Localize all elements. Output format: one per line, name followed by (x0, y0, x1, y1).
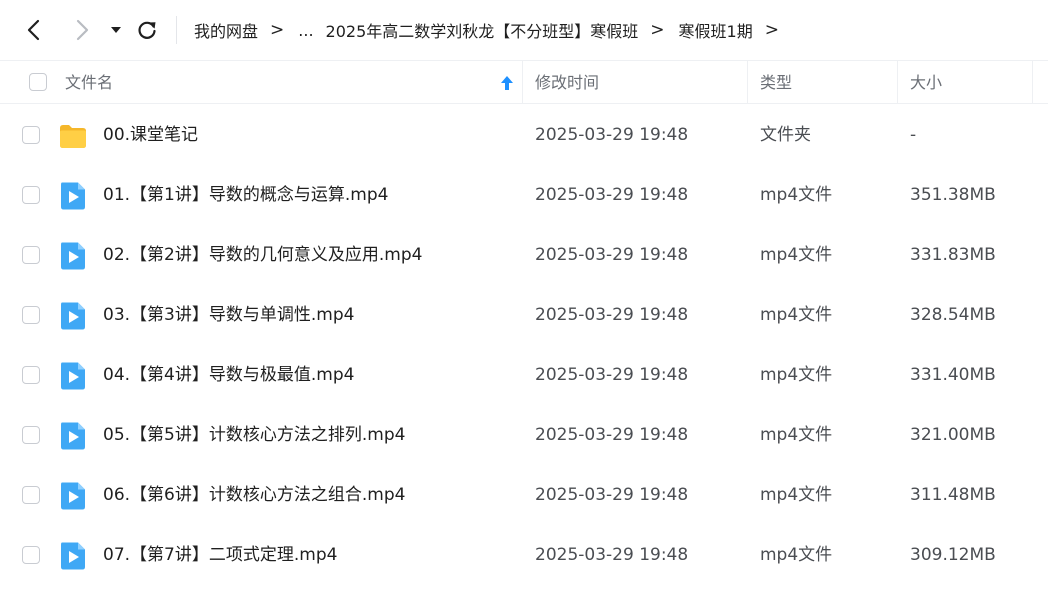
file-modified-time: 2025-03-29 19:48 (535, 185, 689, 205)
file-modified-time: 2025-03-29 19:48 (535, 125, 689, 145)
chevron-right-icon (76, 19, 89, 41)
file-row[interactable]: 02.【第2讲】导数的几何意义及应用.mp4 2025-03-29 19:48 mp… (0, 225, 1048, 285)
column-divider[interactable] (522, 61, 523, 104)
video-file-icon (61, 182, 85, 210)
file-modified-time: 2025-03-29 19:48 (535, 545, 689, 565)
file-row[interactable]: 03.【第3讲】导数与单调性.mp4 2025-03-29 19:48 mp4文件 3… (0, 285, 1048, 345)
file-size: 331.40MB (910, 365, 996, 385)
breadcrumb-root[interactable]: 我的网盘 (194, 18, 258, 42)
caret-down-icon (111, 27, 121, 33)
file-name[interactable]: 04.【第4讲】导数与极最值.mp4 (103, 345, 354, 405)
column-divider[interactable] (747, 61, 748, 104)
toolbar: 我的网盘 > ... 2025年高二数学刘秋龙【不分班型】寒假班 > 寒假班1期… (0, 0, 1048, 60)
select-all-checkbox[interactable] (29, 73, 47, 91)
file-type: mp4文件 (760, 185, 833, 205)
file-name[interactable]: 02.【第2讲】导数的几何意义及应用.mp4 (103, 225, 422, 285)
file-size: 311.48MB (910, 485, 996, 505)
file-row[interactable]: 05.【第5讲】计数核心方法之排列.mp4 2025-03-29 19:48 mp4… (0, 405, 1048, 465)
column-header-type[interactable]: 类型 (760, 61, 792, 104)
history-dropdown-button[interactable] (100, 14, 132, 46)
back-button[interactable] (18, 14, 50, 46)
row-checkbox[interactable] (22, 486, 40, 504)
breadcrumb-parent-folder[interactable]: 2025年高二数学刘秋龙【不分班型】寒假班 (326, 18, 639, 42)
forward-button[interactable] (66, 14, 98, 46)
file-modified-time: 2025-03-29 19:48 (535, 485, 689, 505)
breadcrumb-ellipsis[interactable]: ... (298, 21, 313, 40)
file-modified-time: 2025-03-29 19:48 (535, 245, 689, 265)
video-file-icon (61, 242, 85, 270)
file-type: mp4文件 (760, 305, 833, 325)
breadcrumb: 我的网盘 > ... 2025年高二数学刘秋龙【不分班型】寒假班 > 寒假班1期… (194, 0, 793, 60)
file-size: 328.54MB (910, 305, 996, 325)
row-checkbox[interactable] (22, 126, 40, 144)
folder-row[interactable]: 00.课堂笔记 2025-03-29 19:48 文件夹 - (0, 105, 1048, 165)
breadcrumb-separator: > (270, 20, 285, 40)
row-checkbox[interactable] (22, 246, 40, 264)
file-type: mp4文件 (760, 545, 833, 565)
breadcrumb-separator: > (764, 20, 779, 40)
file-size: 351.38MB (910, 185, 996, 205)
toolbar-divider (176, 16, 177, 44)
column-header-name[interactable]: 文件名 (65, 61, 113, 104)
file-row[interactable]: 06.【第6讲】计数核心方法之组合.mp4 2025-03-29 19:48 mp4… (0, 465, 1048, 525)
column-header-size[interactable]: 大小 (910, 61, 942, 104)
breadcrumb-current-folder[interactable]: 寒假班1期 (679, 18, 753, 42)
row-checkbox[interactable] (22, 186, 40, 204)
file-modified-time: 2025-03-29 19:48 (535, 365, 689, 385)
file-type: mp4文件 (760, 245, 833, 265)
column-header-modified[interactable]: 修改时间 (535, 61, 599, 104)
file-name[interactable]: 06.【第6讲】计数核心方法之组合.mp4 (103, 465, 405, 525)
row-checkbox[interactable] (22, 546, 40, 564)
file-list-header: 文件名 修改时间 类型 大小 (0, 60, 1048, 104)
sort-up-arrow-icon[interactable] (500, 75, 514, 91)
file-size: - (910, 125, 917, 145)
breadcrumb-separator: > (650, 20, 665, 40)
file-size: 331.83MB (910, 245, 996, 265)
video-file-icon (61, 542, 85, 570)
file-name[interactable]: 03.【第3讲】导数与单调性.mp4 (103, 285, 354, 345)
column-divider[interactable] (1032, 61, 1033, 104)
file-name[interactable]: 07.【第7讲】二项式定理.mp4 (103, 525, 337, 585)
file-type: mp4文件 (760, 365, 833, 385)
file-name[interactable]: 05.【第5讲】计数核心方法之排列.mp4 (103, 405, 405, 465)
chevron-left-icon (27, 19, 40, 41)
file-type: 文件夹 (760, 125, 811, 145)
row-checkbox[interactable] (22, 426, 40, 444)
file-row[interactable]: 07.【第7讲】二项式定理.mp4 2025-03-29 19:48 mp4文件 30… (0, 525, 1048, 585)
video-file-icon (61, 422, 85, 450)
video-file-icon (61, 302, 85, 330)
file-row[interactable]: 01.【第1讲】导数的概念与运算.mp4 2025-03-29 19:48 mp4文… (0, 165, 1048, 225)
file-modified-time: 2025-03-29 19:48 (535, 425, 689, 445)
file-modified-time: 2025-03-29 19:48 (535, 305, 689, 325)
file-name[interactable]: 01.【第1讲】导数的概念与运算.mp4 (103, 165, 388, 225)
refresh-button[interactable] (131, 14, 163, 46)
file-type: mp4文件 (760, 425, 833, 445)
row-checkbox[interactable] (22, 306, 40, 324)
file-name[interactable]: 00.课堂笔记 (103, 105, 198, 165)
file-size: 321.00MB (910, 425, 996, 445)
file-type: mp4文件 (760, 485, 833, 505)
refresh-icon (138, 21, 156, 39)
file-size: 309.12MB (910, 545, 996, 565)
file-row[interactable]: 04.【第4讲】导数与极最值.mp4 2025-03-29 19:48 mp4文件 3… (0, 345, 1048, 405)
row-checkbox[interactable] (22, 366, 40, 384)
video-file-icon (61, 362, 85, 390)
folder-icon (60, 125, 86, 148)
column-divider[interactable] (897, 61, 898, 104)
video-file-icon (61, 482, 85, 510)
